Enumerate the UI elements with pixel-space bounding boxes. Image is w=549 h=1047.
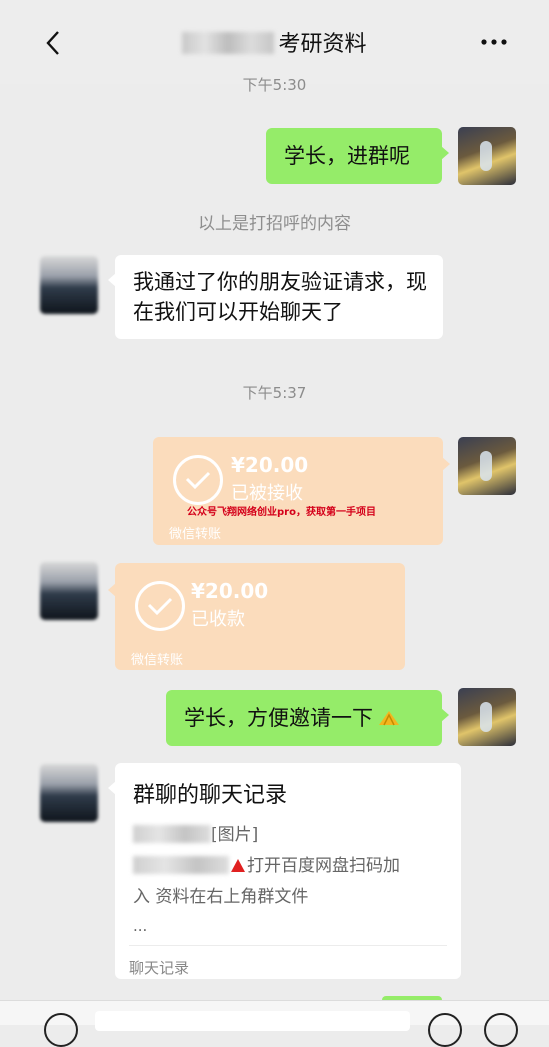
pray-hands-icon [377,705,399,726]
timestamp: 下午5:37 [242,384,307,402]
transfer-status: 已被接收 [231,483,303,504]
system-note: 以上是打招呼的内容 [198,214,351,234]
record-line: 打开百度网盘扫码加 [133,851,400,881]
my-avatar[interactable] [458,437,516,495]
record-ellipsis: ... [133,917,148,935]
contact-avatar[interactable] [40,256,98,314]
contact-avatar[interactable] [40,562,98,620]
check-circle-icon [135,581,185,631]
transfer-footer: 微信转账 [131,653,184,668]
transfer-footer: 微信转账 [169,527,222,542]
record-footer: 聊天记录 [129,959,190,977]
divider [129,945,447,946]
transfer-status: 已收款 [191,609,245,630]
record-title: 群聊的聊天记录 [133,783,288,808]
blurred-group-name [182,32,275,54]
transfer-amount: ¥20.00 [191,579,269,603]
received-message[interactable]: 我通过了你的朋友验证请求，现在我们可以开始聊天了 [108,255,443,339]
message-text: 学长，方便邀请一下 [184,703,399,733]
record-line: 入 资料在右上角群文件 [133,887,309,907]
contact-avatar[interactable] [40,764,98,822]
more-button[interactable] [479,34,509,48]
chat-header: 考研资料 [0,0,549,84]
emoji-icon[interactable] [428,1013,462,1047]
message-text: 我通过了你的朋友验证请求，现在我们可以开始聊天了 [133,270,427,324]
add-icon[interactable] [484,1013,518,1047]
warning-triangle-icon [231,859,245,872]
transfer-amount: ¥20.00 [231,453,309,477]
message-input[interactable] [95,1011,410,1031]
chat-title-text: 考研资料 [278,32,367,57]
message-text: 学长，进群呢 [284,144,410,168]
transfer-received-card[interactable]: ¥20.00 已收款 微信转账 [108,563,405,670]
record-line: [图片] [133,820,258,850]
sent-message[interactable]: 学长，进群呢 [266,128,449,184]
input-bar [0,1000,549,1047]
voice-icon[interactable] [44,1013,78,1047]
check-circle-icon [173,455,223,505]
watermark-text: 公众号飞翔网络创业pro，获取第一手项目 [187,507,376,518]
transfer-sent-card[interactable]: ¥20.00 已被接收 公众号飞翔网络创业pro，获取第一手项目 微信转账 [153,437,450,545]
chat-title: 考研资料 [0,26,549,58]
sent-message[interactable]: 学长，方便邀请一下 [166,690,449,746]
my-avatar[interactable] [458,688,516,746]
more-dots-icon [481,39,507,45]
timestamp: 下午5:30 [242,76,307,94]
my-avatar[interactable] [458,127,516,185]
chat-record-card[interactable]: 群聊的聊天记录 [图片] 打开百度网盘扫码加 入 资料在右上角群文件 ... 聊… [108,763,461,979]
